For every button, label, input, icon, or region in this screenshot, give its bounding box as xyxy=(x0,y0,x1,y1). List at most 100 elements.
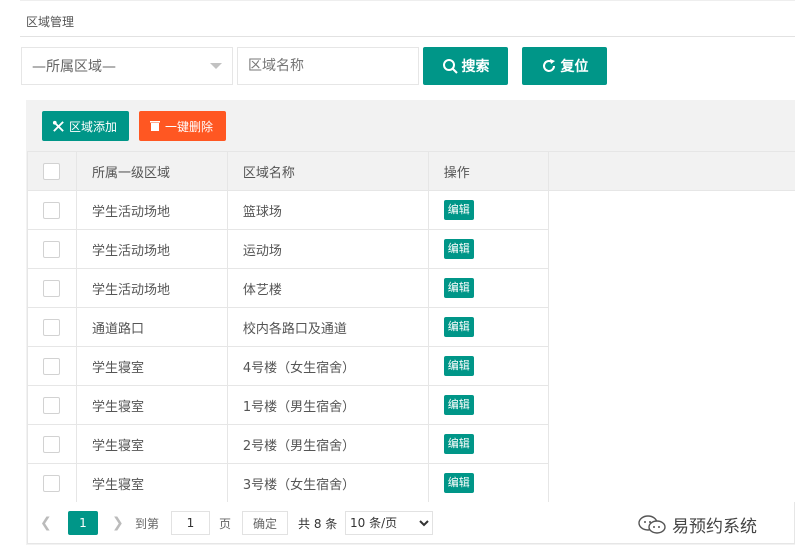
row-ops: 编辑 xyxy=(427,229,549,269)
table-header-row: 所属一级区域 区域名称 操作 xyxy=(27,151,795,191)
row-name: 1号楼（男生宿舍） xyxy=(226,385,429,425)
row-checkbox[interactable] xyxy=(43,240,61,258)
row-check-cell xyxy=(27,463,77,503)
row-region: 学生寝室 xyxy=(75,463,228,503)
pager-confirm-button[interactable]: 确定 xyxy=(242,511,288,535)
chevron-left-icon[interactable]: ❮ xyxy=(40,515,52,531)
row-name: 4号楼（女生宿舍） xyxy=(226,346,429,386)
table-row: 学生活动场地 篮球场 编辑 xyxy=(27,190,795,230)
chat-bubbles-icon xyxy=(638,514,666,534)
table-row: 学生寝室 3号楼（女生宿舍） 编辑 xyxy=(27,463,795,503)
pager-current-page[interactable]: 1 xyxy=(68,511,98,535)
watermark-text: 易预约系统 xyxy=(672,517,757,537)
watermark: 易预约系统 xyxy=(638,512,757,537)
row-ops: 编辑 xyxy=(427,268,549,308)
row-checkbox[interactable] xyxy=(43,474,61,492)
row-name: 运动场 xyxy=(226,229,429,269)
add-region-button[interactable]: 区域添加 xyxy=(42,111,129,141)
row-name: 2号楼（男生宿舍） xyxy=(226,424,429,464)
table-row: 学生寝室 4号楼（女生宿舍） 编辑 xyxy=(27,346,795,386)
pager-size-select[interactable]: 10 条/页 xyxy=(345,511,433,535)
search-button-label: 搜索 xyxy=(461,59,490,75)
table-row: 学生寝室 2号楼（男生宿舍） 编辑 xyxy=(27,424,795,464)
table-row: 学生寝室 1号楼（男生宿舍） 编辑 xyxy=(27,385,795,425)
region-table: 所属一级区域 区域名称 操作 学生活动场地 篮球场 编辑 学生活动场地 运动场 编辑 学生活… xyxy=(27,151,795,503)
row-name: 校内各路口及通道 xyxy=(226,307,429,347)
bulk-delete-label: 一键删除 xyxy=(165,119,214,134)
trash-icon xyxy=(150,121,160,131)
edit-button[interactable]: 编辑 xyxy=(443,239,474,259)
row-check-cell xyxy=(27,424,77,464)
row-region: 学生寝室 xyxy=(75,346,228,386)
row-ops: 编辑 xyxy=(427,424,549,464)
row-checkbox[interactable] xyxy=(43,318,61,336)
add-region-label: 区域添加 xyxy=(69,119,118,134)
row-checkbox[interactable] xyxy=(43,279,61,297)
row-check-cell xyxy=(27,268,77,308)
edit-button[interactable]: 编辑 xyxy=(443,200,474,220)
row-name: 3号楼（女生宿舍） xyxy=(226,463,429,503)
row-region: 学生寝室 xyxy=(75,385,228,425)
row-filler xyxy=(548,190,795,230)
table-row: 学生活动场地 体艺楼 编辑 xyxy=(27,268,795,308)
select-all-checkbox[interactable] xyxy=(43,162,61,180)
row-ops: 编辑 xyxy=(427,190,549,230)
row-filler xyxy=(548,424,795,464)
bulk-delete-button[interactable]: 一键删除 xyxy=(139,111,226,141)
search-button[interactable]: 搜索 xyxy=(423,47,508,85)
row-checkbox[interactable] xyxy=(43,357,61,375)
row-region: 学生活动场地 xyxy=(75,229,228,269)
header-region: 所属一级区域 xyxy=(75,151,228,191)
row-check-cell xyxy=(27,307,77,347)
select-all-cell xyxy=(27,151,77,191)
table-row: 学生活动场地 运动场 编辑 xyxy=(27,229,795,269)
row-check-cell xyxy=(27,385,77,425)
edit-button[interactable]: 编辑 xyxy=(443,278,474,298)
row-filler xyxy=(548,463,795,503)
reset-button[interactable]: 复位 xyxy=(522,47,607,85)
header-ops: 操作 xyxy=(427,151,549,191)
row-check-cell xyxy=(27,229,77,269)
region-select[interactable]: —所属区域— xyxy=(21,47,233,85)
row-filler xyxy=(548,307,795,347)
row-region: 学生寝室 xyxy=(75,424,228,464)
edit-button[interactable]: 编辑 xyxy=(443,395,474,415)
row-ops: 编辑 xyxy=(427,385,549,425)
reset-button-label: 复位 xyxy=(560,59,589,75)
row-region: 学生活动场地 xyxy=(75,268,228,308)
row-ops: 编辑 xyxy=(427,463,549,503)
refresh-icon xyxy=(542,59,555,72)
row-check-cell xyxy=(27,190,77,230)
top-divider xyxy=(20,0,795,1)
row-check-cell xyxy=(27,346,77,386)
row-ops: 编辑 xyxy=(427,346,549,386)
header-filler xyxy=(548,151,795,191)
header-name: 区域名称 xyxy=(226,151,429,191)
pager-total: 共 8 条 xyxy=(298,517,338,531)
row-checkbox[interactable] xyxy=(43,201,61,219)
row-filler xyxy=(548,229,795,269)
page-title: 区域管理 xyxy=(26,15,75,29)
chevron-down-icon xyxy=(210,63,222,69)
region-name-input[interactable] xyxy=(237,47,419,85)
row-checkbox[interactable] xyxy=(43,435,61,453)
row-ops: 编辑 xyxy=(427,307,549,347)
row-filler xyxy=(548,346,795,386)
region-select-value: —所属区域— xyxy=(32,59,116,75)
edit-button[interactable]: 编辑 xyxy=(443,356,474,376)
row-name: 体艺楼 xyxy=(226,268,429,308)
row-name: 篮球场 xyxy=(226,190,429,230)
edit-button[interactable]: 编辑 xyxy=(443,317,474,337)
title-divider xyxy=(20,36,795,37)
search-icon xyxy=(442,59,458,74)
edit-button[interactable]: 编辑 xyxy=(443,434,474,454)
row-region: 学生活动场地 xyxy=(75,190,228,230)
row-checkbox[interactable] xyxy=(43,396,61,414)
pager-goto-input[interactable] xyxy=(171,511,210,535)
edit-button[interactable]: 编辑 xyxy=(443,473,474,493)
row-filler xyxy=(548,385,795,425)
chevron-right-icon[interactable]: ❯ xyxy=(112,515,124,531)
table-row: 通道路口 校内各路口及通道 编辑 xyxy=(27,307,795,347)
pager-page-label: 页 xyxy=(219,517,232,531)
pager-goto-label: 到第 xyxy=(135,517,160,531)
